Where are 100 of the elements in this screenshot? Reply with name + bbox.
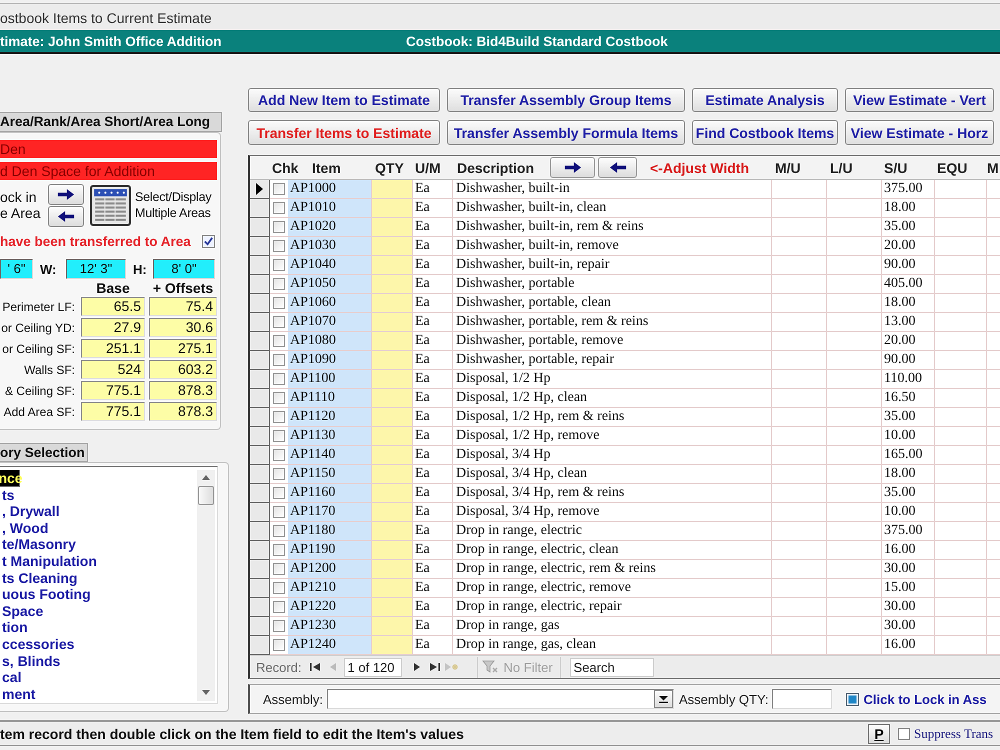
scroll-down-icon[interactable] <box>202 690 210 695</box>
row-checkbox[interactable] <box>273 525 285 537</box>
group-tab[interactable]: Area/Rank/Area Short/Area Long <box>0 112 222 132</box>
left-arrow-button[interactable] <box>598 157 637 178</box>
row-selector[interactable] <box>250 180 270 199</box>
adjust-width-label[interactable]: <-Adjust Width <box>637 160 772 176</box>
assembly-qty-field[interactable] <box>772 689 832 709</box>
row-checkbox[interactable] <box>273 620 285 632</box>
row-checkbox[interactable] <box>273 373 285 385</box>
row-checkbox[interactable] <box>273 240 285 252</box>
group-tab[interactable]: ory Selection <box>0 443 88 462</box>
item-cell[interactable]: AP1070 <box>288 313 372 332</box>
row-checkbox[interactable] <box>273 639 285 651</box>
item-cell[interactable]: AP1040 <box>288 256 372 275</box>
left-arrow-button[interactable] <box>48 206 84 226</box>
qty-field[interactable] <box>372 275 413 294</box>
category-item[interactable]: uous Footing <box>0 586 197 603</box>
item-cell[interactable]: AP1030 <box>288 237 372 256</box>
action-button[interactable]: Transfer Assembly Group Items <box>447 88 685 112</box>
qty-field[interactable] <box>372 465 413 484</box>
lock-assembly-label[interactable]: Click to Lock in Ass <box>864 692 987 706</box>
row-checkbox[interactable] <box>273 544 285 556</box>
qty-field[interactable] <box>372 199 413 218</box>
row-checkbox[interactable] <box>273 316 285 328</box>
item-cell[interactable]: AP1210 <box>288 579 372 598</box>
category-item[interactable]: Space <box>0 602 197 620</box>
previous-icon[interactable] <box>328 662 336 672</box>
row-checkbox[interactable] <box>273 449 285 461</box>
skip-start-icon[interactable] <box>310 662 320 672</box>
action-button[interactable]: Add New Item to Estimate <box>248 88 440 112</box>
square-icon[interactable] <box>846 692 859 706</box>
row-checkbox[interactable] <box>273 221 285 233</box>
suppress-checkbox[interactable] <box>898 728 910 740</box>
qty-field[interactable] <box>372 294 413 313</box>
scrollbar[interactable] <box>197 470 215 701</box>
item-cell[interactable]: AP1130 <box>288 427 372 446</box>
category-item[interactable]: cal <box>0 669 197 686</box>
qty-field[interactable] <box>372 370 413 389</box>
row-checkbox[interactable] <box>273 430 285 442</box>
item-cell[interactable]: AP1230 <box>288 617 372 636</box>
dimension-field[interactable]: ' 6" <box>0 259 33 279</box>
qty-field[interactable] <box>372 617 413 636</box>
row-checkbox[interactable] <box>273 601 285 613</box>
row-checkbox[interactable] <box>273 411 285 423</box>
category-item[interactable]: tion <box>0 619 197 636</box>
row-checkbox[interactable] <box>273 183 285 195</box>
scroll-up-icon[interactable] <box>202 475 210 480</box>
row-checkbox[interactable] <box>273 335 285 347</box>
item-cell[interactable]: AP1180 <box>288 522 372 541</box>
qty-field[interactable] <box>372 237 413 256</box>
item-cell[interactable]: AP1060 <box>288 294 372 313</box>
row-checkbox[interactable] <box>273 354 285 366</box>
action-button[interactable]: Estimate Analysis <box>692 88 838 112</box>
row-checkbox[interactable] <box>273 506 285 518</box>
qty-field[interactable] <box>372 446 413 465</box>
skip-end-icon[interactable] <box>430 662 440 672</box>
category-item[interactable]: , Wood <box>0 520 197 536</box>
qty-field[interactable] <box>372 408 413 427</box>
qty-field[interactable] <box>372 503 413 522</box>
category-item[interactable]: te/Masonry <box>0 536 197 553</box>
dimension-field[interactable]: 12' 3" <box>66 259 126 279</box>
category-item[interactable]: s, Blinds <box>0 652 197 670</box>
item-cell[interactable]: AP1220 <box>288 598 372 617</box>
item-cell[interactable]: AP1080 <box>288 332 372 351</box>
dimension-field[interactable]: 8' 0" <box>153 259 215 279</box>
qty-field[interactable] <box>372 332 413 351</box>
p-button[interactable]: P <box>868 724 890 744</box>
item-cell[interactable]: AP1150 <box>288 465 372 484</box>
item-cell[interactable]: AP1170 <box>288 503 372 522</box>
new-record-icon[interactable] <box>444 662 459 672</box>
row-checkbox[interactable] <box>273 468 285 480</box>
action-button[interactable]: View Estimate - Vert <box>845 88 994 112</box>
category-item[interactable]: , Drywall <box>0 503 197 520</box>
row-checkbox[interactable] <box>273 278 285 290</box>
row-checkbox[interactable] <box>273 297 285 309</box>
action-button[interactable]: Find Costbook Items <box>692 120 838 145</box>
item-cell[interactable]: AP1050 <box>288 275 372 294</box>
item-cell[interactable]: AP1100 <box>288 370 372 389</box>
suppress-label[interactable]: Suppress Trans <box>914 726 994 742</box>
action-button[interactable]: Transfer Items to Estimate <box>248 120 440 145</box>
qty-field[interactable] <box>372 560 413 579</box>
qty-field[interactable] <box>372 522 413 541</box>
row-checkbox[interactable] <box>273 563 285 575</box>
item-cell[interactable]: AP1190 <box>288 541 372 560</box>
item-cell[interactable]: AP1240 <box>288 636 372 655</box>
search-field[interactable]: Search <box>570 658 654 676</box>
category-item[interactable]: ccessories <box>0 636 197 653</box>
qty-field[interactable] <box>372 389 413 408</box>
action-button[interactable]: View Estimate - Horz <box>845 120 994 145</box>
table-icon[interactable] <box>90 184 131 226</box>
row-checkbox[interactable] <box>273 259 285 271</box>
qty-field[interactable] <box>372 180 413 199</box>
scrollbar-thumb[interactable] <box>198 486 214 505</box>
row-checkbox[interactable] <box>273 392 285 404</box>
qty-field[interactable] <box>372 598 413 617</box>
category-item[interactable]: ts Cleaning <box>0 570 197 586</box>
dropdown-button[interactable] <box>654 690 673 708</box>
right-arrow-button[interactable] <box>48 184 84 204</box>
row-checkbox[interactable] <box>273 582 285 594</box>
item-cell[interactable]: AP1020 <box>288 218 372 237</box>
